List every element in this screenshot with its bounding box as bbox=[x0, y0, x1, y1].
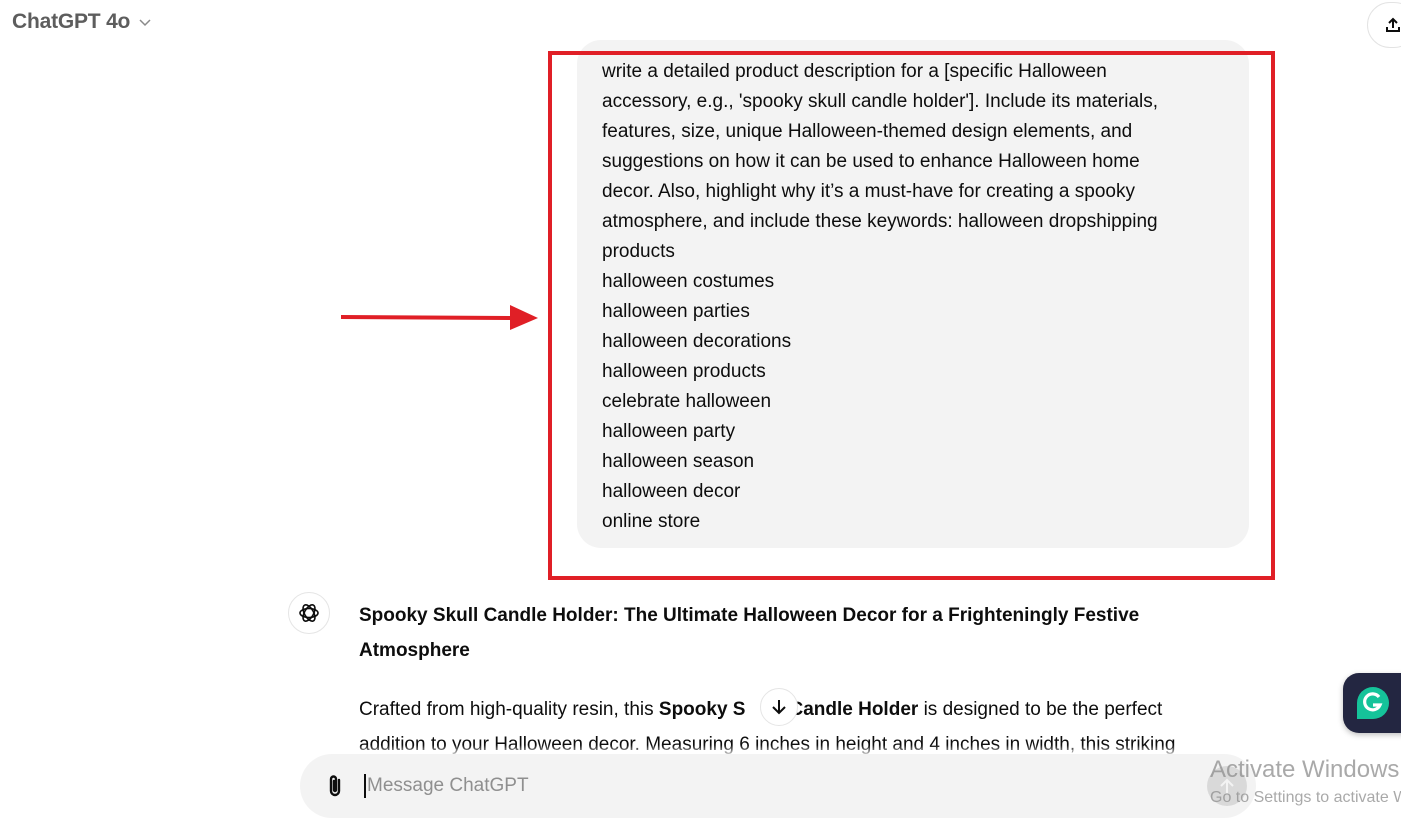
paragraph-text: Crafted from high-quality resin, this bbox=[359, 699, 659, 720]
assistant-avatar bbox=[288, 592, 330, 634]
attach-button[interactable] bbox=[324, 773, 346, 799]
paragraph-bold-text: Spooky S bbox=[658, 699, 746, 720]
model-title: ChatGPT 4o bbox=[12, 10, 131, 33]
assistant-heading: Spooky Skull Candle Holder: The Ultimate… bbox=[359, 605, 1140, 661]
grammarly-widget[interactable] bbox=[1343, 673, 1401, 733]
arrow-up-icon bbox=[1220, 778, 1234, 793]
grammarly-icon bbox=[1357, 687, 1389, 719]
chevron-down-icon bbox=[139, 19, 151, 27]
share-upload-icon bbox=[1386, 17, 1400, 32]
message-input[interactable] bbox=[367, 775, 1147, 797]
send-button[interactable] bbox=[1207, 766, 1247, 806]
message-composer bbox=[300, 754, 1256, 818]
paragraph-text: is designed to be the perfect bbox=[918, 699, 1163, 720]
arrow-down-icon bbox=[772, 700, 786, 715]
share-button[interactable] bbox=[1367, 2, 1401, 48]
openai-logo-icon bbox=[299, 604, 319, 622]
annotation-arrow-icon bbox=[340, 305, 538, 330]
annotation-highlight-box bbox=[548, 51, 1275, 580]
model-selector[interactable]: ChatGPT 4o bbox=[12, 10, 152, 34]
text-caret bbox=[364, 774, 366, 798]
assistant-message: Spooky Skull Candle Holder: The Ultimate… bbox=[359, 598, 1199, 762]
paperclip-icon bbox=[329, 775, 341, 797]
paragraph-bold-text: Candle Holder bbox=[789, 699, 919, 720]
scroll-to-bottom-button[interactable] bbox=[760, 688, 798, 726]
